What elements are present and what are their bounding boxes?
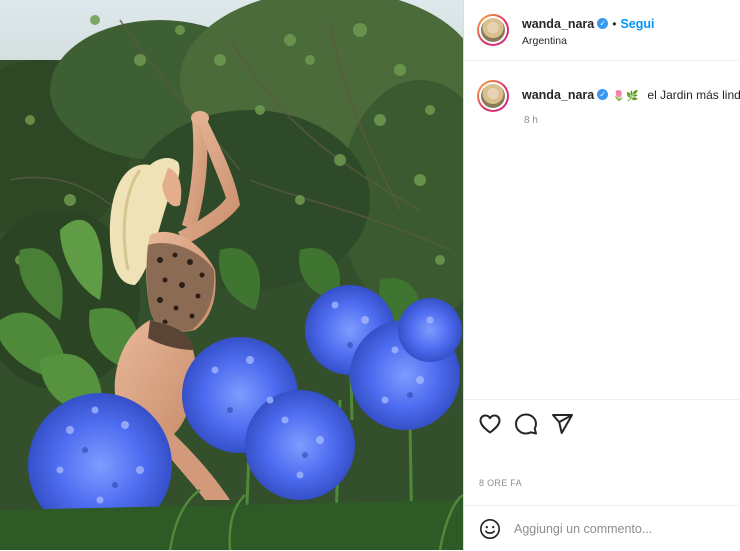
post-age[interactable]: 8 ORE FA (479, 478, 522, 488)
share-icon[interactable] (550, 412, 574, 436)
caption-text: ⁠⁠ el Jardin más lindo (644, 88, 740, 102)
caption-avatar[interactable] (477, 80, 509, 112)
post-header: wanda_nara ✓ • Segui Argentina (464, 0, 740, 61)
heart-icon[interactable] (478, 412, 502, 436)
action-bar (464, 399, 740, 450)
verified-badge-icon: ✓ (597, 18, 609, 30)
comment-icon[interactable] (514, 412, 538, 436)
location-link[interactable]: Argentina (522, 35, 567, 47)
comment-bar (464, 505, 740, 551)
header-user-line: wanda_nara ✓ • Segui (522, 15, 655, 33)
caption-username[interactable]: wanda_nara (522, 88, 594, 102)
caption-line: wanda_nara ✓ 🌷🌿 ⁠⁠ el Jardin más lindo (522, 86, 740, 104)
verified-badge-icon: ✓ (597, 89, 609, 101)
garden-photo-illustration (0, 0, 463, 550)
emoji-icon[interactable] (479, 518, 501, 540)
caption-emoji: 🌷🌿 (612, 91, 640, 102)
profile-picture (481, 18, 505, 42)
username-link[interactable]: wanda_nara (522, 17, 594, 31)
separator-dot: • (612, 17, 617, 31)
profile-picture (481, 84, 505, 108)
follow-button[interactable]: Segui (620, 17, 654, 31)
comment-input[interactable] (514, 516, 724, 542)
avatar[interactable] (477, 14, 509, 46)
caption-timestamp[interactable]: 8 h (524, 115, 538, 126)
instagram-post-view: wanda_nara ✓ • Segui Argentina wanda_nara ✓ … (0, 0, 740, 550)
post-photo[interactable] (0, 0, 463, 550)
post-side-panel: wanda_nara ✓ • Segui Argentina wanda_nara ✓ … (463, 0, 740, 550)
